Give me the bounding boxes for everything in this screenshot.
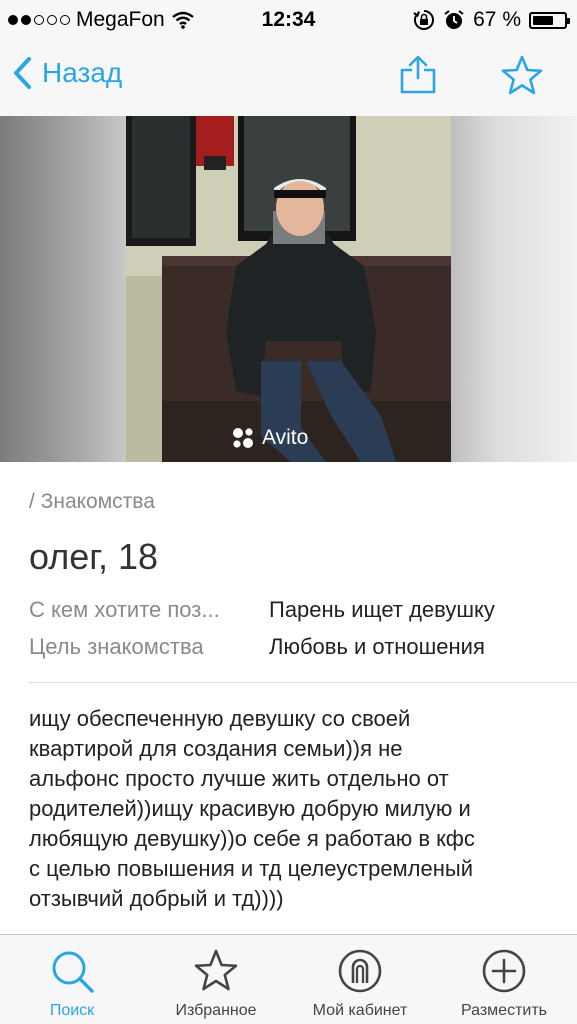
param-label: Цель знакомства bbox=[29, 634, 204, 659]
search-icon bbox=[52, 951, 94, 993]
listing-description: ищу обеспеченную девушку со своей кварти… bbox=[29, 704, 559, 914]
alarm-icon bbox=[444, 10, 464, 29]
chevron-left-icon bbox=[14, 57, 31, 89]
share-icon[interactable] bbox=[398, 54, 438, 94]
tab-my-account[interactable]: Мой кабинет bbox=[288, 935, 432, 1024]
category-breadcrumb[interactable]: / Знакомства bbox=[29, 490, 155, 514]
tab-label: Избранное bbox=[175, 1002, 257, 1019]
description-line: квартирой для создания семьи))я не bbox=[29, 736, 403, 761]
tab-label: Поиск bbox=[49, 1002, 95, 1019]
favorite-star-icon[interactable] bbox=[500, 54, 544, 98]
listing-photo bbox=[126, 116, 451, 462]
avito-watermark-text: Avito bbox=[262, 426, 309, 449]
description-line: любящую девушку))о себе я работаю в кфс bbox=[29, 826, 475, 851]
listing-title: олег, 18 bbox=[29, 536, 159, 577]
avito-watermark: Avito bbox=[230, 426, 308, 450]
description-line: отзывчий добрый и тд)))) bbox=[29, 886, 284, 911]
rotation-lock-icon bbox=[413, 10, 435, 30]
param-value: Любовь и отношения bbox=[269, 634, 485, 659]
tab-label: Мой кабинет bbox=[312, 1002, 408, 1019]
status-right-group: 67 % bbox=[413, 8, 570, 32]
battery-level-fill bbox=[533, 15, 553, 25]
photo-illustration bbox=[126, 116, 451, 462]
divider bbox=[29, 682, 577, 683]
back-button[interactable]: Назад bbox=[12, 56, 122, 90]
description-line: родителей))ищу красивую добрую милую и bbox=[29, 796, 471, 821]
tab-post-ad[interactable]: Разместить bbox=[432, 935, 576, 1024]
description-line: с целью повышения и тд целеустремленый bbox=[29, 856, 474, 881]
avito-logo-icon bbox=[233, 428, 253, 448]
param-label: С кем хотите поз... bbox=[29, 597, 220, 622]
plus-icon bbox=[482, 949, 526, 993]
param-value: Парень ищет девушку bbox=[269, 597, 495, 622]
status-bar: MegaFon 12:34 67 % bbox=[0, 0, 577, 38]
tab-label: Разместить bbox=[460, 1002, 548, 1019]
tab-bar: Поиск Избранное Мой кабинет Разместить bbox=[0, 934, 577, 1024]
navigation-bar: Назад bbox=[0, 38, 577, 116]
tab-favorites[interactable]: Избранное bbox=[144, 935, 288, 1024]
param-row: Цель знакомства Любовь и отношения bbox=[29, 634, 485, 660]
star-icon bbox=[194, 949, 238, 991]
photo-gallery[interactable]: Avito bbox=[0, 116, 577, 462]
battery-percent: 67 % bbox=[473, 8, 521, 31]
description-line: альфонс просто лучше жить отдельно от bbox=[29, 766, 449, 791]
battery-icon bbox=[529, 11, 570, 29]
tab-search[interactable]: Поиск bbox=[0, 935, 144, 1024]
profile-icon bbox=[338, 949, 382, 993]
param-row: С кем хотите поз... Парень ищет девушку bbox=[29, 597, 495, 623]
description-line: ищу обеспеченную девушку со своей bbox=[29, 706, 411, 731]
back-label: Назад bbox=[42, 57, 123, 88]
